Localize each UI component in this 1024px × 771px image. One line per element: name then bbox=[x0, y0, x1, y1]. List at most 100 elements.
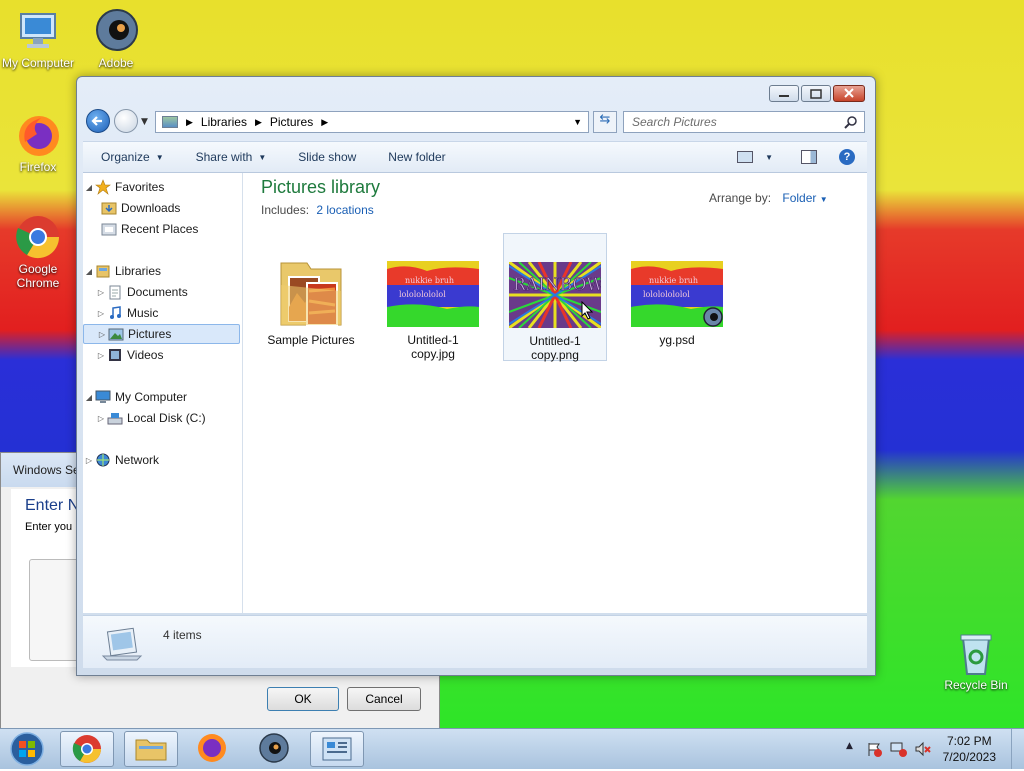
collapse-arrow-icon[interactable]: ▷ bbox=[95, 309, 107, 318]
expand-arrow-icon[interactable]: ◢ bbox=[83, 267, 95, 276]
nav-favorites[interactable]: ◢ Favorites bbox=[83, 177, 240, 197]
back-button[interactable] bbox=[86, 109, 110, 133]
nav-libraries[interactable]: ◢ Libraries bbox=[83, 261, 240, 281]
file-item-yg-psd[interactable]: nukkie bruh lolololololol yg.psd bbox=[625, 233, 729, 361]
rainbow-text: RAINBOW bbox=[513, 275, 601, 295]
folder-icon bbox=[135, 739, 167, 761]
network-status-icon[interactable] bbox=[890, 741, 908, 757]
collapse-arrow-icon[interactable]: ▷ bbox=[95, 351, 107, 360]
cancel-button[interactable]: Cancel bbox=[347, 687, 421, 711]
taskbar-adobe[interactable] bbox=[248, 731, 302, 767]
file-name: Untitled-1 copy.png bbox=[529, 334, 581, 362]
desktop-icon-label: My Computer bbox=[1, 56, 75, 70]
firefox-icon bbox=[15, 112, 61, 158]
nav-my-computer[interactable]: ◢ My Computer bbox=[83, 387, 240, 407]
nav-label: Pictures bbox=[128, 327, 172, 341]
breadcrumb-libraries[interactable]: Libraries bbox=[201, 115, 247, 129]
details-pane: 4 items bbox=[83, 615, 867, 668]
close-button[interactable] bbox=[833, 85, 865, 102]
nav-label: Libraries bbox=[115, 264, 162, 278]
show-hidden-icons-icon[interactable]: ▲ bbox=[846, 741, 853, 751]
recent-places-icon bbox=[101, 221, 117, 237]
file-name: Untitled-1 copy.jpg bbox=[407, 333, 459, 361]
taskbar-chrome[interactable] bbox=[60, 731, 114, 767]
pictures-library-icon bbox=[101, 627, 143, 661]
clock-time: 7:02 PM bbox=[946, 734, 992, 748]
libraries-icon bbox=[95, 263, 111, 279]
desktop-icon-chrome[interactable]: Google Chrome bbox=[0, 214, 76, 290]
refresh-icon[interactable]: ⇆ bbox=[593, 111, 617, 133]
preview-pane-icon[interactable] bbox=[801, 150, 817, 164]
desktop-icon-my-computer[interactable]: My Computer bbox=[0, 8, 76, 70]
arrange-by-dropdown[interactable]: Folder ▼ bbox=[782, 191, 827, 205]
show-desktop-button[interactable] bbox=[1011, 729, 1024, 769]
help-icon[interactable]: ? bbox=[839, 149, 855, 165]
address-bar[interactable]: ▶ Libraries ▶ Pictures ▶ ▼ bbox=[155, 111, 589, 133]
hard-drive-icon bbox=[107, 410, 123, 426]
nav-documents[interactable]: ▷ Documents bbox=[83, 282, 240, 302]
pictures-library-icon bbox=[162, 116, 178, 128]
expand-arrow-icon[interactable]: ◢ bbox=[83, 183, 95, 192]
library-title: Pictures library bbox=[261, 177, 381, 197]
file-item-untitled-jpg[interactable]: nukkie bruh lolololololol Untitled-1 cop… bbox=[381, 233, 485, 361]
control-panel-icon bbox=[322, 737, 352, 761]
file-item-untitled-png[interactable]: RAINBOW Untitled-1 copy.png bbox=[503, 233, 607, 362]
desktop-icon-recycle-bin[interactable]: Recycle Bin bbox=[938, 630, 1014, 692]
share-with-label: Share with bbox=[195, 150, 253, 164]
organize-button[interactable]: Organize ▼ bbox=[101, 150, 164, 164]
ok-button[interactable]: OK bbox=[267, 687, 339, 711]
chevron-down-icon: ▼ bbox=[155, 152, 164, 162]
breadcrumb-pictures[interactable]: Pictures bbox=[270, 115, 313, 129]
collapse-arrow-icon[interactable]: ▷ bbox=[83, 456, 95, 465]
maximize-button[interactable] bbox=[801, 85, 831, 102]
recent-pages-chevron-icon[interactable]: ▼ bbox=[141, 117, 148, 127]
clock[interactable]: 7:02 PM 7/20/2023 bbox=[943, 733, 996, 765]
desktop-icon-firefox[interactable]: Firefox bbox=[0, 112, 76, 174]
slide-show-button[interactable]: Slide show bbox=[298, 150, 356, 164]
share-with-button[interactable]: Share with ▼ bbox=[196, 150, 267, 164]
chrome-icon bbox=[15, 214, 61, 260]
locations-link[interactable]: 2 locations bbox=[316, 203, 373, 217]
collapse-arrow-icon[interactable]: ▷ bbox=[95, 288, 107, 297]
expand-arrow-icon[interactable]: ◢ bbox=[83, 393, 95, 402]
recycle-bin-icon bbox=[953, 630, 999, 676]
search-input[interactable]: Search Pictures bbox=[623, 111, 865, 133]
volume-muted-icon[interactable] bbox=[914, 741, 932, 757]
start-button[interactable] bbox=[4, 730, 50, 768]
arrange-label: Arrange by: bbox=[709, 191, 772, 205]
nav-network[interactable]: ▷ Network bbox=[83, 450, 240, 470]
command-bar: Organize ▼ Share with ▼ Slide show New fol… bbox=[83, 141, 867, 173]
nav-recent-places[interactable]: Recent Places bbox=[83, 219, 240, 239]
file-item-sample-pictures[interactable]: Sample Pictures bbox=[259, 233, 363, 361]
nav-videos[interactable]: ▷ Videos bbox=[83, 345, 240, 365]
computer-icon bbox=[95, 389, 111, 405]
nav-local-disk[interactable]: ▷ Local Disk (C:) bbox=[83, 408, 240, 428]
breadcrumb-separator-icon: ▶ bbox=[186, 116, 193, 127]
nav-label: Downloads bbox=[121, 201, 181, 215]
address-dropdown-icon[interactable]: ▼ bbox=[573, 117, 582, 127]
computer-icon bbox=[15, 8, 61, 54]
action-center-flag-icon[interactable] bbox=[866, 741, 882, 757]
nav-pictures[interactable]: ▷ Pictures bbox=[83, 324, 240, 344]
thumb-text-2: lolololololol bbox=[399, 290, 446, 299]
thumb-text-2: lolololololol bbox=[643, 290, 690, 299]
view-options-chevron-icon[interactable]: ▼ bbox=[765, 153, 773, 162]
desktop-icon-adobe[interactable]: Adobe bbox=[78, 8, 154, 70]
nav-downloads[interactable]: Downloads bbox=[83, 198, 240, 218]
arrange-by: Arrange by: Folder ▼ bbox=[709, 191, 828, 205]
slide-show-label: Slide show bbox=[298, 150, 357, 164]
taskbar-explorer[interactable] bbox=[124, 731, 178, 767]
change-view-icon[interactable] bbox=[737, 151, 754, 163]
new-folder-label: New folder bbox=[388, 150, 446, 164]
adobe-icon bbox=[259, 733, 289, 763]
minimize-button[interactable] bbox=[769, 85, 799, 102]
new-folder-button[interactable]: New folder bbox=[388, 150, 445, 164]
collapse-arrow-icon[interactable]: ▷ bbox=[95, 414, 107, 423]
taskbar-control-panel[interactable] bbox=[310, 731, 364, 767]
taskbar-firefox[interactable] bbox=[186, 731, 240, 767]
collapse-arrow-icon[interactable]: ▷ bbox=[96, 330, 108, 339]
nav-music[interactable]: ▷ Music bbox=[83, 303, 240, 323]
pictures-icon bbox=[108, 326, 124, 342]
forward-button[interactable] bbox=[114, 109, 138, 133]
file-name: yg.psd bbox=[659, 333, 695, 347]
